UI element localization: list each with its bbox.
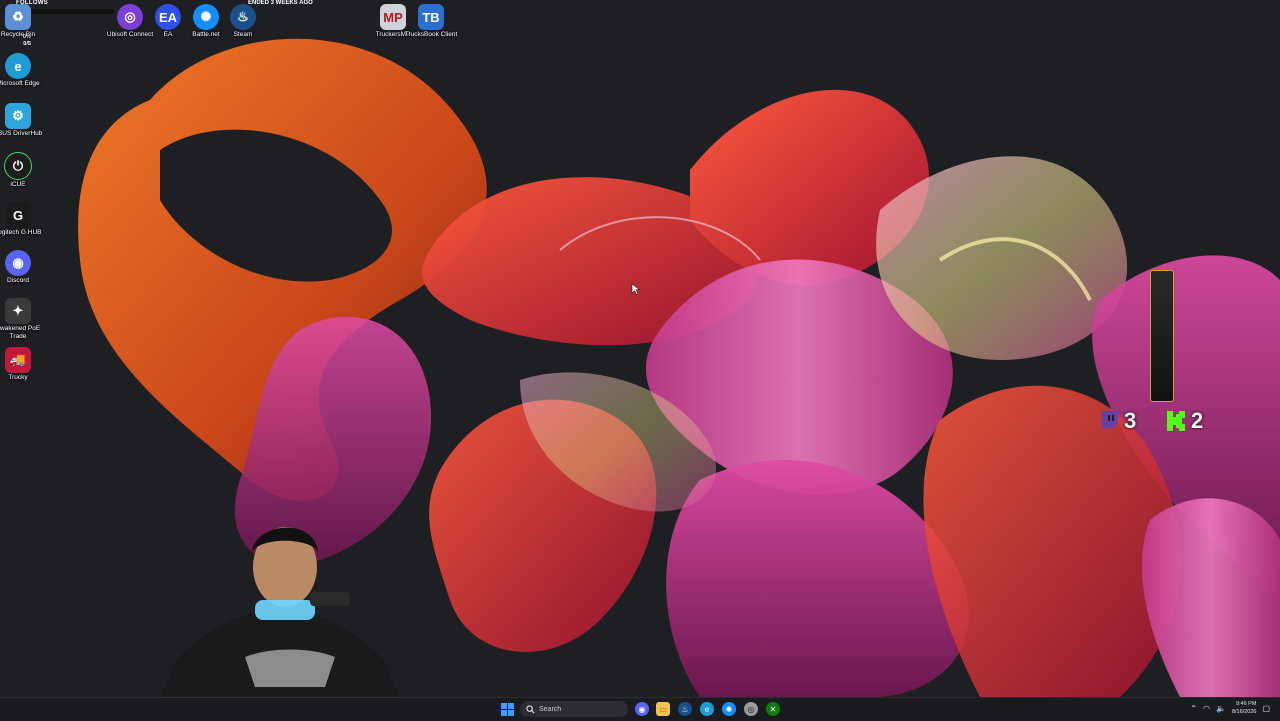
notification-icon[interactable]: ▢ xyxy=(1262,704,1270,713)
desktop-icon-label: TrucksBook Client xyxy=(404,31,458,38)
taskbar-file-explorer[interactable]: ▭ xyxy=(656,702,670,716)
desktop-icon-trucky[interactable]: 🚚 Trucky xyxy=(0,347,46,382)
taskbar-xbox[interactable]: ✕ xyxy=(766,702,780,716)
desktop-icon-label: Steam xyxy=(233,31,253,38)
windows-start-icon xyxy=(500,702,514,716)
icue-icon: ⏻ xyxy=(4,152,32,180)
search-icon xyxy=(526,704,535,714)
steam-icon: ♨ xyxy=(681,704,689,714)
desktop-icon-trucksbook-client[interactable]: TB TrucksBook Client xyxy=(403,4,459,39)
desktop-icon-icue[interactable]: ⏻ iCUE xyxy=(0,152,46,189)
xbox-icon: ✕ xyxy=(769,704,777,714)
desktop-icon-discord[interactable]: ◉ Discord xyxy=(0,250,46,285)
desktop-icon-recycle-bin[interactable]: ♻ Recycle Bin xyxy=(0,4,46,39)
desktop-icon-awakened-poe-trade[interactable]: ✦ Awakened PoE Trade xyxy=(0,298,46,341)
trucksbook-client-icon: TB xyxy=(418,4,444,30)
awakened-poe-trade-icon: ✦ xyxy=(5,298,31,324)
system-tray: ⌃ ◠ 🔈 9:46 PM 8/16/2026 ▢ xyxy=(1190,700,1270,716)
desktop-icon-label: Trucky xyxy=(8,374,28,381)
taskbar-battle-net[interactable]: ✺ xyxy=(722,702,736,716)
desktop-icon-asus-driverhub[interactable]: ⚙ ASUS DriverHub xyxy=(0,103,46,138)
asus-driverhub-icon: ⚙ xyxy=(5,103,31,129)
twitch-viewer-counter: 3 xyxy=(1100,408,1136,434)
chevron-up-icon[interactable]: ⌃ xyxy=(1190,704,1197,713)
file-explorer-icon: ▭ xyxy=(659,704,667,714)
webcam-feed xyxy=(160,527,400,697)
clock-date: 8/16/2026 xyxy=(1231,709,1257,715)
desktop-icon-steam[interactable]: ♨ Steam xyxy=(215,4,271,39)
taskbar: Search ◉ ▭ ♨ e ✺ ◎ ✕ ⌃ ◠ 🔈 9:46 PM 8/16/… xyxy=(0,697,1280,721)
desktop-icon-label: Logitech G HUB xyxy=(0,229,42,236)
trucky-icon: 🚚 xyxy=(5,347,31,373)
clock-time: 9:46 PM xyxy=(1235,701,1257,707)
twitch-viewer-count: 3 xyxy=(1124,408,1137,433)
edge-icon: e xyxy=(5,53,31,79)
taskbar-edge[interactable]: e xyxy=(700,702,714,716)
search-placeholder: Search xyxy=(539,705,562,713)
taskbar-clock[interactable]: 9:46 PM 8/16/2026 xyxy=(1232,700,1256,716)
desktop-icon-edge[interactable]: e Microsoft Edge xyxy=(0,53,46,88)
edge-icon: e xyxy=(704,704,710,714)
battle-net-icon: ✺ xyxy=(725,704,733,714)
recycle-bin-icon: ♻ xyxy=(5,4,31,30)
taskbar-steam[interactable]: ♨ xyxy=(678,702,692,716)
desktop-icon-label: ASUS DriverHub xyxy=(0,130,43,137)
desktop-icon-label: Recycle Bin xyxy=(0,31,36,38)
kick-icon xyxy=(1167,411,1185,431)
taskbar-search-box[interactable]: Search xyxy=(520,701,628,717)
desktop-icon-logitech-ghub[interactable]: G Logitech G HUB xyxy=(0,202,46,237)
twitch-icon xyxy=(1102,411,1118,431)
discord-icon: ◉ xyxy=(5,250,31,276)
desktop-icon-label: Microsoft Edge xyxy=(0,80,40,87)
sponsor-banner-icon xyxy=(1150,270,1174,402)
desktop-icon-label: Awakened PoE Trade xyxy=(0,325,41,340)
obs-icon: ◎ xyxy=(747,704,755,714)
start-button[interactable] xyxy=(500,702,514,716)
kick-viewer-counter: 2 xyxy=(1165,408,1203,434)
taskbar-discord[interactable]: ◉ xyxy=(635,702,649,716)
desktop-icon-label: iCUE xyxy=(10,181,26,188)
steam-icon: ♨ xyxy=(230,4,256,30)
taskbar-obs[interactable]: ◎ xyxy=(744,702,758,716)
kick-viewer-count: 2 xyxy=(1191,408,1204,433)
discord-icon: ◉ xyxy=(638,704,646,714)
wifi-icon[interactable]: ◠ xyxy=(1203,704,1210,713)
goal-count: 0/5 xyxy=(23,41,31,47)
volume-icon[interactable]: 🔈 xyxy=(1216,704,1226,713)
logitech-ghub-icon: G xyxy=(5,202,31,228)
desktop-icon-label: Discord xyxy=(6,277,30,284)
